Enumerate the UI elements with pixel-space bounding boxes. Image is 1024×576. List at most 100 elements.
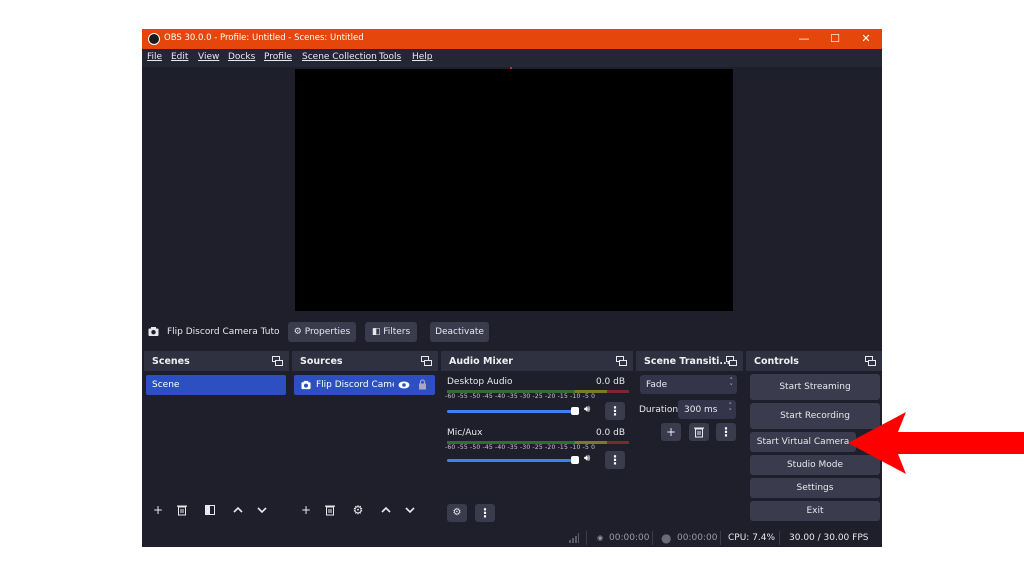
window-title: OBS 30.0.0 - Profile: Untitled - Scenes:… [164,33,364,43]
filters-button[interactable]: ◧ Filters [365,322,417,342]
menu-docks[interactable]: Docks [228,52,255,62]
status-separator [586,531,587,545]
add-scene-button[interactable]: + [148,501,168,519]
audio-mixer-dock-header: Audio Mixer [441,351,633,371]
remove-transition-button[interactable] [689,423,709,441]
status-separator [720,531,721,545]
mic-aux-volume-handle[interactable] [571,456,579,464]
move-scene-down-button[interactable] [252,501,272,519]
menu-scene-collection[interactable]: Scene Collection [302,52,377,62]
obs-logo-icon [148,33,160,45]
minimize-button[interactable]: — [790,31,818,47]
trash-icon [694,427,704,438]
undock-icon[interactable] [726,356,737,366]
audio-mixer-body: Desktop Audio 0.0 dB -60 -55 -50 -45 -40… [441,371,633,527]
mic-aux-label: Mic/Aux [447,428,483,438]
move-source-down-button[interactable] [400,501,420,519]
advanced-audio-settings-button[interactable]: ⚙ [447,504,467,522]
desktop-audio-volume-handle[interactable] [571,407,579,415]
mic-aux-menu-button[interactable]: ⋮ [605,451,625,469]
desktop-audio-db: 0.0 dB [595,377,625,387]
start-virtual-camera-button[interactable]: Start Virtual Camera [750,432,856,452]
eye-icon[interactable] [398,380,410,390]
stream-time: 00:00:00 [609,533,650,543]
undock-icon[interactable] [421,356,432,366]
menu-file[interactable]: File [147,52,162,62]
properties-button[interactable]: ⚙ Properties [288,322,356,342]
chevron-up-icon [233,506,243,513]
undock-icon[interactable] [272,356,283,366]
mic-aux-db: 0.0 dB [595,428,625,438]
start-streaming-button[interactable]: Start Streaming [750,374,880,400]
transition-value: Fade [646,380,668,390]
move-source-up-button[interactable] [376,501,396,519]
scene-transitions-body: Fade ˄ ˅ Duration 300 ms ˄ ˅ + ⋮ [636,371,743,527]
scene-transitions-title: Scene Transiti... [644,356,731,367]
undock-icon[interactable] [865,356,876,366]
menu-tools[interactable]: Tools [379,52,401,62]
scenes-title: Scenes [152,356,190,367]
desktop-audio-menu-button[interactable]: ⋮ [605,402,625,420]
menu-profile[interactable]: Profile [264,52,292,62]
obs-window: OBS 30.0.0 - Profile: Untitled - Scenes:… [142,29,882,547]
source-properties-button[interactable]: ⚙ [348,501,368,519]
preview-area [142,67,882,317]
properties-label: Properties [304,327,351,337]
menu-edit[interactable]: Edit [171,52,188,62]
sources-dock-header: Sources [292,351,438,371]
filters-label: Filters [383,327,411,337]
settings-button[interactable]: Settings [750,478,880,498]
camera-icon [148,327,159,336]
deactivate-button[interactable]: Deactivate [430,322,489,342]
desktop-audio-volume-slider[interactable] [447,410,579,413]
status-bar: ◉ 00:00:00 ● 00:00:00 CPU: 7.4% 30.00 / … [142,529,882,547]
duration-value: 300 ms [684,405,718,415]
signal-icon [569,533,579,543]
scene-filters-button[interactable] [200,501,220,519]
scene-item[interactable]: Scene [146,375,286,395]
desktop-audio-scale: -60 -55 -50 -45 -40 -35 -30 -25 -20 -15 … [445,393,596,400]
remove-source-button[interactable] [320,501,340,519]
maximize-button[interactable]: ☐ [821,31,849,47]
preview-canvas[interactable] [295,69,733,311]
title-bar: OBS 30.0.0 - Profile: Untitled - Scenes:… [142,29,882,49]
undock-icon[interactable] [616,356,627,366]
speaker-icon[interactable]: 🔊︎ [584,453,590,464]
remove-scene-button[interactable] [172,501,192,519]
menu-view[interactable]: View [198,52,219,62]
sources-dock: Sources Flip Discord Camera + ⚙ [292,351,438,527]
source-item[interactable]: Flip Discord Camera [294,375,435,395]
scene-transitions-dock-header: Scene Transiti... [636,351,743,371]
selected-source-name: Flip Discord Camera Tutorial [167,327,279,337]
gear-icon: ⚙ [293,327,302,337]
add-source-button[interactable]: + [296,501,316,519]
move-scene-up-button[interactable] [228,501,248,519]
lock-icon[interactable] [418,379,427,390]
mixer-menu-button[interactable]: ⋮ [475,504,495,522]
cpu-usage: CPU: 7.4% [728,533,776,543]
chevron-up-icon [381,506,391,513]
transition-select[interactable]: Fade ˄ ˅ [640,375,737,394]
mic-aux-volume-slider[interactable] [447,459,579,462]
chevron-down-icon [257,507,267,514]
controls-dock-header: Controls [746,351,882,371]
source-context-bar: Flip Discord Camera Tutorial ⚙ Propertie… [142,317,882,347]
speaker-icon[interactable]: 🔊︎ [584,404,590,415]
add-transition-button[interactable]: + [661,423,681,441]
exit-button[interactable]: Exit [750,501,880,521]
controls-title: Controls [754,356,799,367]
stream-status-icon: ◉ [597,534,604,542]
source-item-label: Flip Discord Camera [316,380,394,390]
record-status-icon: ● [661,531,672,545]
close-button[interactable]: ✕ [852,31,880,47]
audio-mixer-title: Audio Mixer [449,356,513,367]
menu-help[interactable]: Help [412,52,433,62]
sources-title: Sources [300,356,343,367]
transition-menu-button[interactable]: ⋮ [716,423,736,441]
duration-spinbox[interactable]: 300 ms ˄ ˅ [678,400,736,419]
scene-transitions-dock: Scene Transiti... Fade ˄ ˅ Duration 300 m… [636,351,743,527]
sources-list: Flip Discord Camera + ⚙ [292,371,438,527]
mic-aux-scale: -60 -55 -50 -45 -40 -35 -30 -25 -20 -15 … [445,444,596,451]
menu-bar: File Edit View Docks Profile Scene Colle… [142,49,882,67]
record-time: 00:00:00 [677,533,718,543]
